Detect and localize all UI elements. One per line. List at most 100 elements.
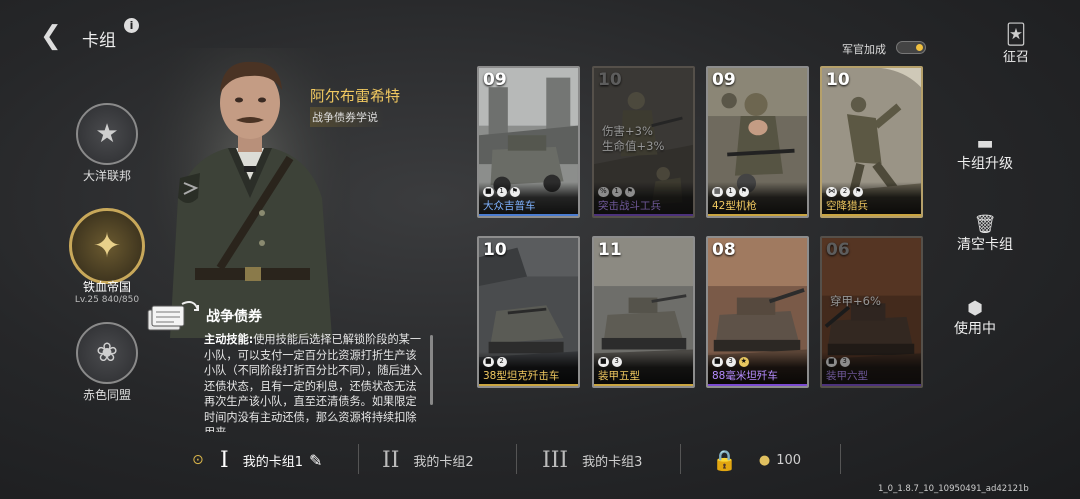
card-art-assault-engineer (594, 68, 693, 215)
deck-label: 我的卡组2 (413, 454, 474, 470)
card-cost: 10 (826, 70, 850, 90)
card-cost: 09 (483, 70, 507, 90)
divider (358, 444, 359, 474)
back-arrow-icon[interactable]: ❮ (40, 22, 68, 50)
faction-red-alliance[interactable]: ❀ 赤色同盟 (62, 322, 152, 403)
skill-name: 战争债券 (206, 309, 262, 325)
deck-card[interactable]: 09 ▦ 1 ⚑ 42型机枪 (706, 66, 809, 218)
deck-numeral: I (220, 447, 229, 473)
card-bonus: 伤害+3% 生命值+3% (602, 124, 665, 153)
clear-deck-button[interactable]: 🗑 清空卡组 (935, 214, 1035, 254)
general-name: 阿尔布雷希特 (310, 87, 401, 105)
skill-text: 使用技能后选择已解锁阶段的某一小队，可以支付一定百分比资源打折生产该小队（不同阶… (204, 333, 423, 432)
deck-tab-2[interactable]: II 我的卡组2 (382, 440, 474, 480)
deck-label: 我的卡组1 (242, 454, 303, 470)
box-icon: ⬢ (967, 298, 983, 319)
recruit-button[interactable]: 🃏 征召 (996, 22, 1036, 65)
vehicle-icon: ■ (483, 357, 494, 367)
card-count: 2 (840, 187, 850, 197)
faction-iron-empire[interactable]: ✦ 铁血帝国 Lv.25 840/850 (54, 208, 160, 305)
deck-card[interactable]: 10 ■ 2 38型坦克歼击车 (477, 236, 580, 388)
faction-name: 赤色同盟 (82, 388, 131, 402)
trash-icon: 🗑 (973, 214, 997, 235)
faction-ocean-federation[interactable]: ★ 大洋联邦 (62, 103, 152, 184)
card-name: 突击战斗工兵 (598, 200, 661, 212)
deck-upgrade-button[interactable]: ▬ 卡组升级 (935, 133, 1035, 173)
deck-card[interactable]: 09 ■ 1 ⚑ 大众吉普车 (477, 66, 580, 218)
deck-label: 我的卡组3 (582, 454, 643, 470)
card-meta: ■ 3 (598, 357, 622, 367)
card-count: 1 (496, 187, 507, 197)
divider (680, 444, 681, 474)
general-doctrine: 战争债券学说 (310, 107, 384, 127)
officer-bonus-label: 军官加成 (842, 43, 886, 56)
locked-deck-slot[interactable]: 🔒 ● 100 (712, 440, 801, 480)
in-use-button[interactable]: ⬢ 使用中 (925, 298, 1025, 338)
deck-upgrade-label: 卡组升级 (957, 156, 1013, 172)
flag-icon: ⚑ (624, 187, 635, 197)
card-name: 38型坦克歼击车 (483, 370, 560, 382)
card-cost: 09 (712, 70, 736, 90)
card-meta: ■ 1 ⚑ (483, 187, 520, 197)
edit-pen-icon[interactable]: ✎ (309, 451, 322, 470)
deck-numeral: II (382, 447, 400, 473)
deck-card[interactable]: 11 ■ 3 装甲五型 (592, 236, 695, 388)
card-count: 1 (611, 187, 622, 197)
deck-card[interactable]: 10 ⋈ 2 ⚑ 空降猎兵 (820, 66, 923, 218)
card-count: 3 (611, 357, 622, 367)
bear-emblem-icon: ❀ (76, 322, 138, 384)
deck-card[interactable]: 08 ■ 3 ★ 88毫米坦歼车 (706, 236, 809, 388)
card-name: 空降猎兵 (826, 200, 868, 212)
card-cost: 10 (483, 240, 507, 260)
star-emblem-icon: ★ (76, 103, 138, 165)
deck-tab-1[interactable]: I 我的卡组1 ✎ (220, 440, 322, 480)
card-meta: % 1 ⚑ (598, 187, 635, 197)
flag-icon: ⚑ (853, 187, 864, 197)
card-art-tiger (822, 238, 921, 385)
card-meta: ■ 3 ★ (712, 357, 749, 367)
card-name: 大众吉普车 (483, 200, 536, 212)
divider (840, 444, 841, 474)
card-cost: 08 (712, 240, 736, 260)
officer-bonus-toggle[interactable] (896, 41, 926, 54)
in-use-label: 使用中 (954, 321, 996, 337)
faction-name: 铁血帝国 (82, 280, 131, 294)
coin-icon: ● (758, 452, 771, 468)
deck-tab-3[interactable]: III 我的卡组3 (542, 440, 642, 480)
card-name: 42型机枪 (712, 200, 757, 212)
eagle-emblem-icon: ✦ (69, 208, 145, 284)
lock-icon: 🔒 (712, 448, 737, 472)
deck-tabs: I 我的卡组1 ✎ II 我的卡组2 III 我的卡组3 🔒 ● 100 (180, 440, 860, 480)
recruit-label: 征召 (1002, 50, 1029, 65)
clear-deck-label: 清空卡组 (957, 237, 1013, 253)
deck-card[interactable]: 10 伤害+3% 生命值+3% % 1 ⚑ 突击战斗工兵 (592, 66, 695, 218)
card-cost: 06 (826, 240, 850, 260)
flag-icon: ⚑ (738, 187, 749, 197)
war-bond-icon (147, 301, 199, 331)
card-meta: ■ 2 (483, 357, 507, 367)
card-count: 3 (725, 357, 736, 367)
infantry-icon: % (598, 187, 609, 197)
skill-type-label: 主动技能: (204, 333, 254, 346)
tank-icon: ■ (826, 357, 837, 367)
unlock-price: 100 (776, 452, 802, 468)
vehicle-icon: ■ (483, 187, 494, 197)
card-meta: ⋈ 2 ⚑ (826, 187, 864, 197)
card-name: 装甲六型 (826, 370, 868, 382)
card-meta: ■ 3 (826, 357, 850, 367)
info-icon[interactable]: i (124, 18, 139, 33)
card-count: 2 (496, 357, 507, 367)
tank-icon: ▬ (976, 133, 994, 154)
deck-numeral: III (542, 447, 569, 473)
skill-description: 主动技能:使用技能后选择已解锁阶段的某一小队，可以支付一定百分比资源打折生产该小… (204, 332, 426, 432)
faction-name: 大洋联邦 (82, 169, 131, 183)
deck-card[interactable]: 06 穿甲+6% ■ 3 装甲六型 (820, 236, 923, 388)
page-title: 卡组 (82, 31, 116, 51)
paratrooper-icon: ⋈ (826, 187, 837, 197)
card-count: 1 (725, 187, 736, 197)
skill-scrollbar[interactable] (430, 335, 433, 405)
card-cost: 11 (598, 240, 622, 260)
tank-icon: ■ (598, 357, 609, 367)
flag-icon: ⚑ (509, 187, 520, 197)
version-text: 1_0_1.8.7_10_10950491_ad42121b (878, 484, 1029, 494)
